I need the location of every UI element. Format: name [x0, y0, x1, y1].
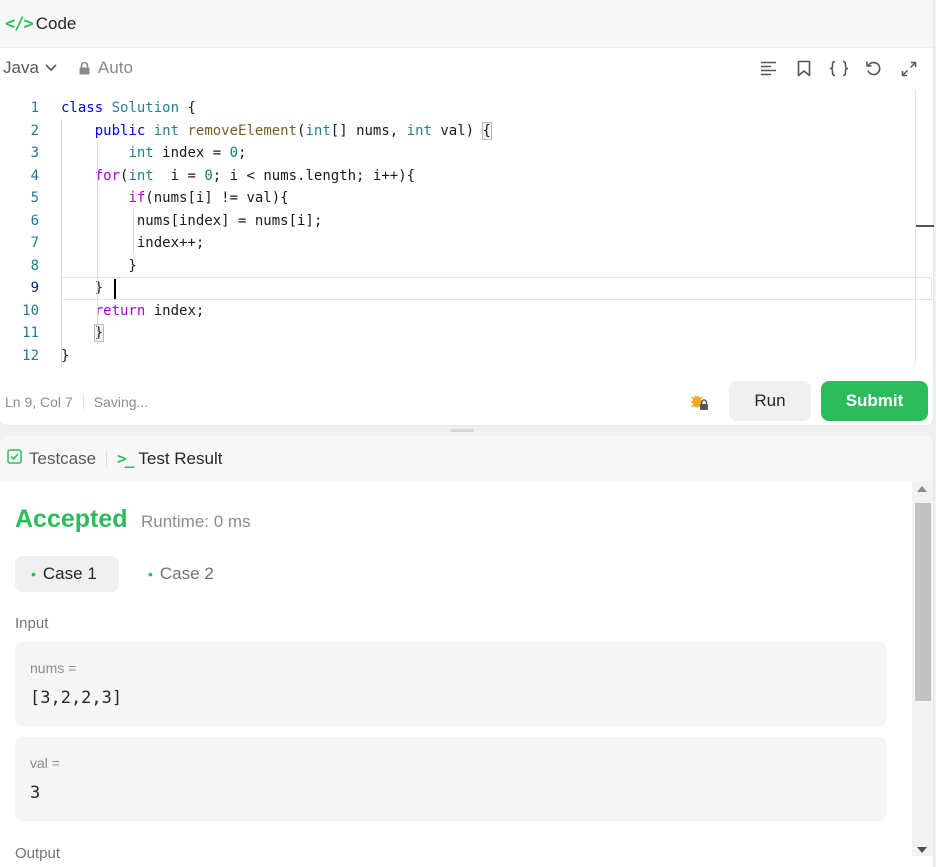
pass-dot-icon: • [148, 566, 153, 582]
terminal-icon: >_ [117, 449, 134, 468]
code-line-active: 9 } [0, 277, 932, 300]
submit-button[interactable]: Submit [821, 381, 928, 421]
code-header: </> Code [0, 0, 933, 48]
case-1-tab[interactable]: • Case 1 [15, 556, 119, 592]
code-panel: </> Code Java Auto 1 class Solution {2 … [0, 0, 934, 426]
expand-icon[interactable] [898, 58, 919, 79]
line-number: 5 [30, 190, 39, 207]
runtime-text: Runtime: 0 ms [141, 512, 251, 531]
code-line: 5 if(nums[i] != val){ [0, 187, 918, 210]
lock-icon [79, 61, 90, 74]
chevron-down-icon [45, 61, 57, 75]
line-number: 3 [30, 145, 39, 162]
tab-test-result-label: Test Result [138, 448, 223, 468]
scroll-up-arrow-icon[interactable] [917, 486, 927, 492]
result-tabs: Testcase >_ Test Result [0, 436, 933, 481]
code-line: 7 index++; [0, 232, 918, 255]
code-line: 12 } [0, 345, 918, 368]
code-line: 10 return index; [0, 300, 918, 323]
result-body: Accepted Runtime: 0 ms • Case 1 • Case 2… [0, 481, 912, 867]
case-1-label: Case 1 [42, 564, 97, 583]
scroll-down-arrow-icon[interactable] [917, 847, 927, 853]
input-val-name: val = [30, 755, 60, 771]
pass-dot-icon: • [31, 566, 36, 582]
input-nums-value: [3,2,2,3] [30, 688, 123, 708]
scrollbar-marker [916, 225, 934, 227]
line-number: 6 [30, 213, 39, 230]
code-line: 6 nums[index] = nums[i]; [0, 210, 918, 233]
editor-statusbar: Ln 9, Col 7 Saving... Run Submit [0, 378, 934, 426]
code-editor[interactable]: 1 class Solution { 2 public int removeEl… [0, 96, 932, 368]
case-2-label: Case 2 [159, 564, 214, 583]
code-line: 8 } [0, 255, 918, 278]
line-number: 12 [22, 348, 39, 365]
tab-testcase-label: Testcase [29, 448, 97, 468]
line-number: 1 [30, 100, 39, 117]
text-cursor [114, 279, 116, 299]
input-val-box: val = 3 [15, 737, 887, 821]
run-button[interactable]: Run [729, 381, 811, 421]
debugger-lock-icon[interactable] [688, 391, 710, 413]
scrollbar-thumb[interactable] [915, 503, 931, 701]
output-section-label: Output [15, 845, 61, 862]
checkbox-icon [7, 448, 22, 469]
case-2-tab[interactable]: • Case 2 [132, 556, 230, 592]
code-line: 1 class Solution { [0, 97, 918, 120]
editor-toolbar: Java Auto [0, 48, 933, 88]
line-number: 4 [30, 168, 39, 185]
auto-mode[interactable]: Auto [79, 58, 133, 78]
code-panel-title: Code [35, 13, 77, 33]
result-panel: Testcase >_ Test Result Accepted Runtime… [0, 436, 934, 867]
format-icon[interactable] [758, 58, 779, 79]
language-select[interactable]: Java [3, 58, 57, 78]
input-val-value: 3 [30, 783, 41, 803]
line-number: 10 [22, 303, 39, 320]
code-line: 2 public int removeElement(int[] nums, i… [0, 120, 918, 143]
tab-test-result[interactable]: >_ Test Result [117, 449, 222, 469]
input-section-label: Input [15, 615, 49, 632]
language-label: Java [3, 58, 39, 77]
panel-resize-handle[interactable] [450, 429, 474, 432]
line-number: 11 [22, 325, 39, 342]
code-line: 4 for(int i = 0; i < nums.length; i++){ [0, 165, 918, 188]
code-icon: </> [5, 13, 34, 34]
auto-mode-label: Auto [97, 58, 133, 77]
line-number: 9 [30, 280, 39, 297]
line-number: 7 [30, 235, 39, 252]
result-scrollbar[interactable] [912, 481, 933, 856]
input-nums-name: nums = [30, 660, 77, 676]
tab-testcase[interactable]: Testcase [7, 449, 96, 469]
saving-status: Saving... [93, 394, 149, 410]
cursor-position: Ln 9, Col 7 [5, 394, 73, 410]
bookmark-icon[interactable] [793, 58, 814, 79]
editor-tools [758, 58, 919, 79]
code-line: 11 } [0, 322, 918, 345]
reset-icon[interactable] [863, 58, 884, 79]
code-line: 3 int index = 0; [0, 142, 918, 165]
verdict-status: Accepted [15, 505, 128, 533]
input-nums-box: nums = [3,2,2,3] [15, 642, 887, 726]
line-number: 8 [30, 258, 39, 275]
line-number: 2 [30, 123, 39, 140]
braces-icon[interactable] [828, 58, 849, 79]
